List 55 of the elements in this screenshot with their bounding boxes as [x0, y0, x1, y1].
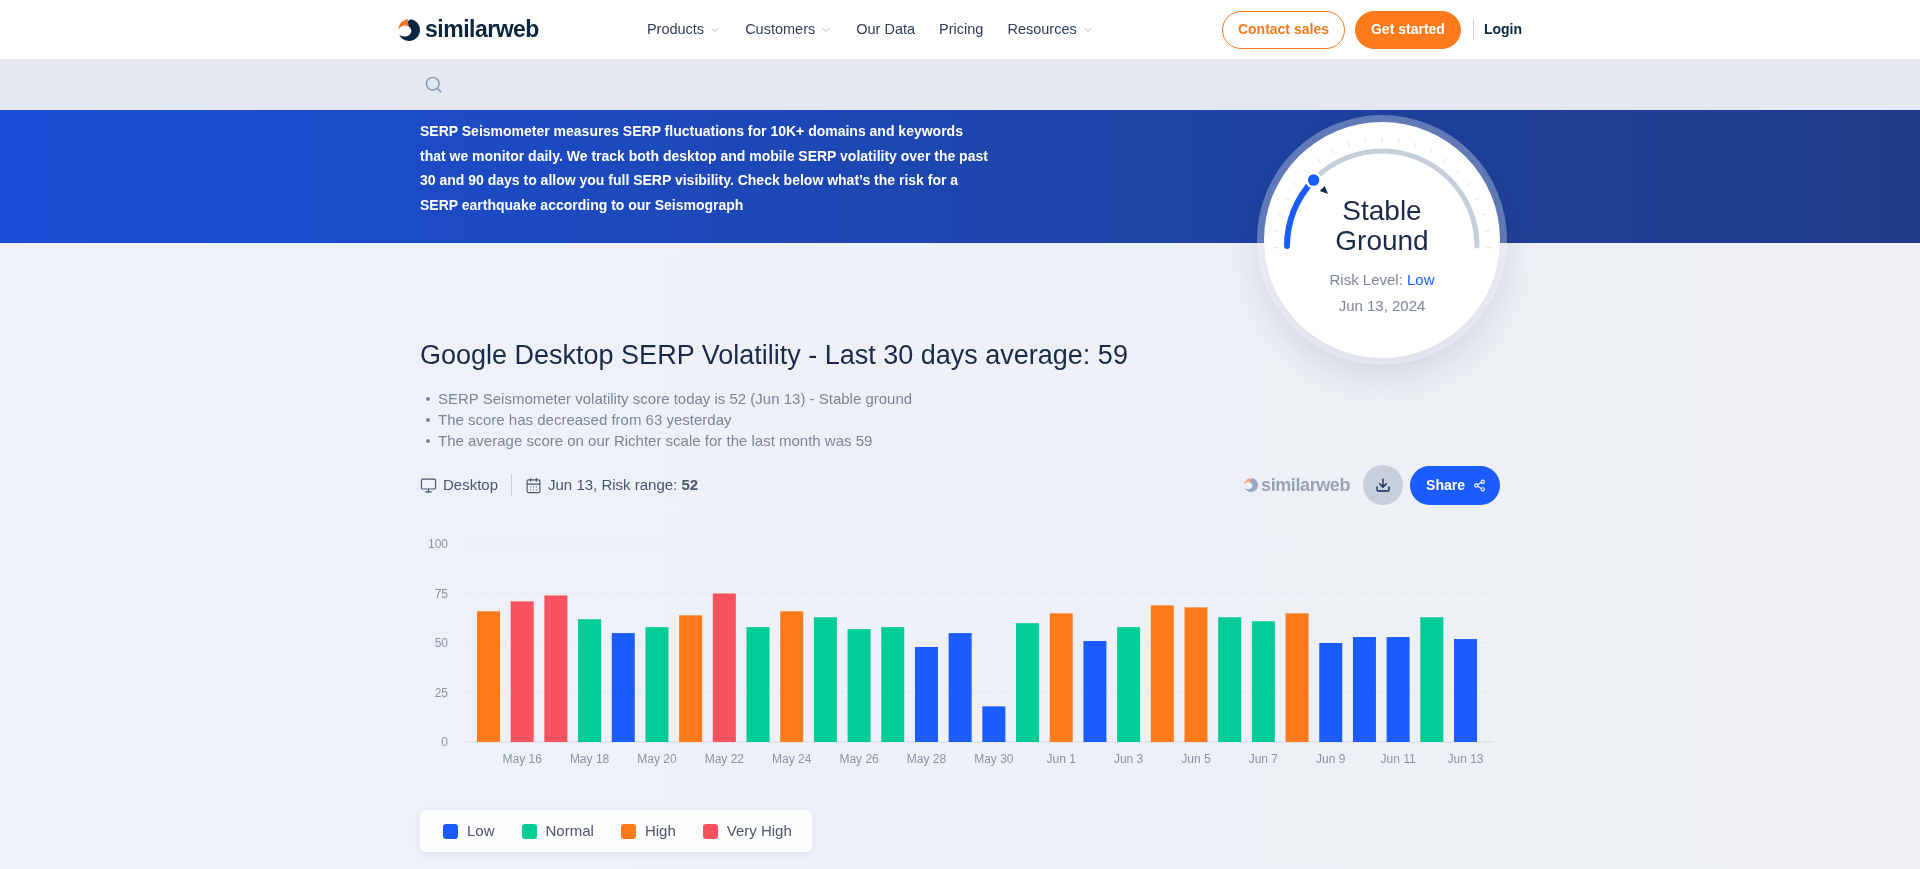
bullet-icon — [426, 396, 430, 401]
gauge-date: Jun 13, 2024 — [1338, 296, 1426, 316]
axis-label: May 20 — [637, 752, 677, 766]
bullet-icon — [426, 438, 430, 443]
legend-label: High — [644, 820, 676, 841]
legend-label: Very High — [726, 820, 792, 841]
axis-label: Jun 11 — [1380, 752, 1416, 766]
axis-label: Jun 1 — [1046, 752, 1076, 766]
logo-icon — [398, 18, 420, 41]
brand-name: similarweb — [1261, 473, 1351, 497]
bullet-text: SERP Seismometer volatility score today is 52 (Jun 13) - Stable ground — [438, 389, 913, 409]
axis-label: May 18 — [569, 752, 610, 766]
axis-label: 25 — [434, 685, 448, 700]
axis-label: May 24 — [772, 752, 812, 766]
risk-level-text: Risk Level: Low — [1329, 270, 1435, 290]
download-button[interactable] — [1363, 465, 1404, 505]
axis-label: 100 — [427, 537, 448, 551]
bullet-text: The average score on our Richter scale for the last month was 59 — [438, 431, 873, 451]
axis-label: Jun 13 — [1447, 752, 1484, 766]
axis-label: 50 — [434, 636, 448, 650]
logo-link[interactable]: similarweb — [398, 12, 539, 47]
bullet-text: The score has decreased from 63 yesterday — [438, 410, 732, 430]
volatility-bar — [982, 706, 1006, 742]
axis-label: May 22 — [704, 752, 744, 766]
bullet-icon — [426, 417, 430, 422]
gauge-status: Stable Ground — [1334, 196, 1430, 256]
axis-label: May 30 — [974, 752, 1014, 766]
share-button[interactable]: Share — [1410, 465, 1500, 505]
search-icon — [423, 75, 443, 94]
legend-label: Normal — [545, 820, 594, 841]
axis-label: May 28 — [906, 752, 947, 766]
axis-label: May 26 — [839, 752, 879, 766]
banner-description: SERP Seismometer measures SERP fluctuations for 10K+ domains and keywords that we monitor daily. We track both desktop and mobile SERP volatility over the past 30 and 90 days to allow you full SERP visibility. Check below what’s the risk for a SERP earthquake according to our Seismograph — [420, 122, 988, 215]
brand-logo-icon — [1244, 478, 1259, 492]
nav-link[interactable]: Pricing — [939, 18, 984, 41]
axis-label: Jun 5 — [1181, 752, 1211, 766]
login-link[interactable]: Login — [1483, 19, 1522, 40]
section-title: Google Desktop SERP Volatility - Last 30 days average: 59 — [420, 339, 1129, 371]
axis-label: May 16 — [502, 752, 542, 766]
axis-label: 75 — [434, 586, 448, 601]
axis-label: Jun 7 — [1248, 752, 1279, 766]
download-icon — [1375, 477, 1392, 493]
axis-label: 0 — [441, 735, 448, 749]
legend-label: Low — [467, 820, 495, 841]
risk-range-text: Jun 13, Risk range: 52 — [548, 474, 699, 495]
share-icon — [1473, 478, 1486, 492]
nav-link[interactable]: Resources — [1007, 18, 1094, 41]
monitor-icon — [420, 476, 437, 494]
device-label: Desktop — [443, 474, 499, 495]
calendar-icon — [525, 476, 543, 494]
nav-link[interactable]: Products — [646, 18, 722, 41]
axis-label: Jun 9 — [1316, 752, 1346, 766]
nav-link[interactable]: Our Data — [856, 18, 916, 41]
axis-label: Jun 3 — [1113, 752, 1144, 766]
nav-link[interactable]: Customers — [745, 18, 833, 41]
